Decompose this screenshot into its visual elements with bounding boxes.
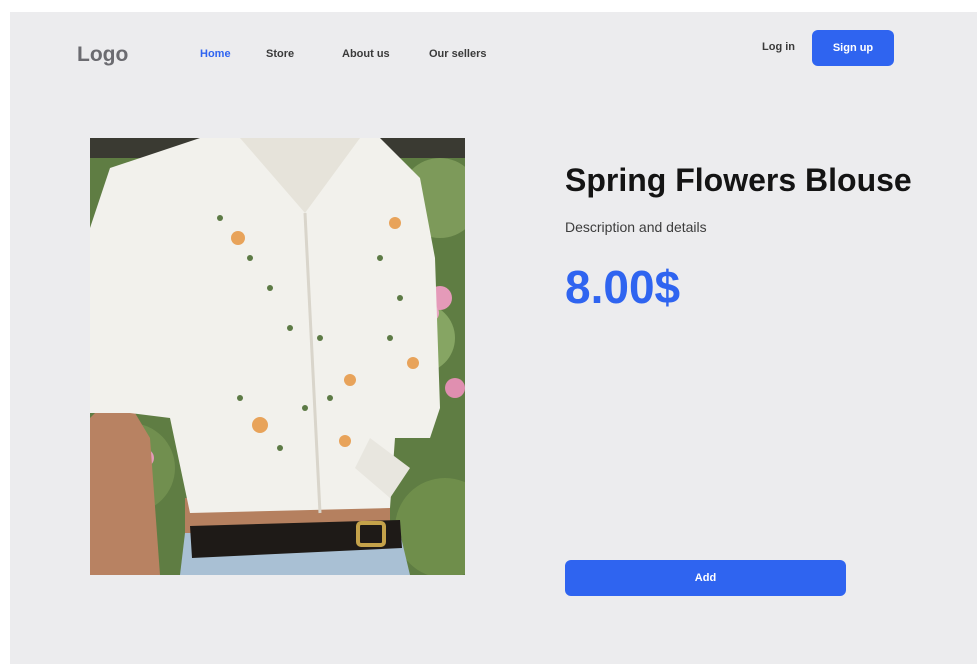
nav-home[interactable]: Home (200, 48, 231, 60)
product-description: Description and details (565, 219, 707, 235)
blouse-photo-illustration (90, 138, 465, 575)
signup-button[interactable]: Sign up (812, 30, 894, 66)
product-price: 8.00$ (565, 261, 681, 313)
nav-store[interactable]: Store (266, 48, 294, 60)
product-photo (90, 138, 465, 575)
product-page: Logo Home Store About us Our sellers Log… (10, 12, 977, 664)
product-title: Spring Flowers Blouse (565, 162, 912, 198)
nav-our-sellers[interactable]: Our sellers (429, 48, 486, 60)
login-link[interactable]: Log in (762, 41, 795, 53)
add-to-cart-button[interactable]: Add (565, 560, 846, 596)
nav-about-us[interactable]: About us (342, 48, 390, 60)
logo[interactable]: Logo (77, 43, 128, 67)
